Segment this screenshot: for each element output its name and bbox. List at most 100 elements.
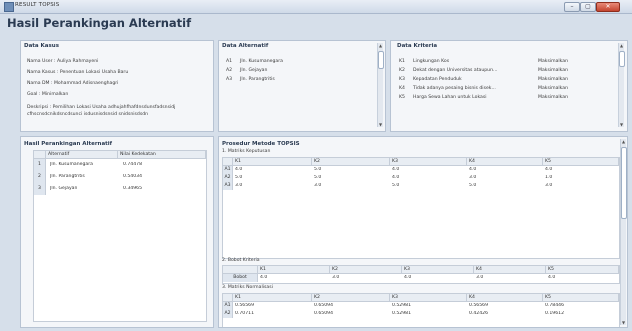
matrix-cell[interactable]: 5.0 [469,183,476,188]
matriks-keputusan-table[interactable]: K1 K2 K3 K4 K5 A1 4.0 5.0 4.0 4.0 4.0 A2… [222,157,620,259]
matrix-cell[interactable]: 5.0 [392,183,399,188]
matrix-cell[interactable]: 5.0 [314,167,321,172]
kriteria-type: Maksimalkan [538,95,568,100]
matrix-cell[interactable]: 5.0 [314,175,321,180]
table-header[interactable]: K1 [258,266,330,274]
matrix-cell[interactable]: 0.56569 [469,303,488,308]
rank-alternatif[interactable]: Jln. Kusumanegara [50,162,93,167]
rank-value[interactable]: 0.54034 [123,174,142,179]
minimize-button[interactable]: – [564,2,580,12]
data-alternatif-title: Data Alternatif [222,43,269,49]
rank-value[interactable]: 0.74478 [123,162,142,167]
row-label: A2 [223,310,233,318]
row-label: A1 [223,302,233,310]
matrix-cell[interactable]: 0.65094 [314,311,333,316]
matrix-cell[interactable]: 0.52981 [392,311,411,316]
matrix-cell[interactable]: 3.0 [314,183,321,188]
row-label: A1 [223,166,233,174]
data-kriteria-panel: Data Kriteria K1 Lingkungan Kos Maksimal… [390,40,628,132]
matrix-cell[interactable]: 4.0 [260,275,267,280]
scroll-thumb[interactable] [378,51,384,69]
kriteria-type: Maksimalkan [538,68,568,73]
matrix-cell[interactable]: 3.0 [332,275,339,280]
table-header[interactable] [223,266,258,274]
table-header[interactable] [223,294,233,302]
alternatif-name: Jln. Kusumanegara [240,59,283,64]
scroll-down-icon[interactable]: ▼ [378,122,383,127]
close-button[interactable]: ✕ [596,2,620,12]
matrix-cell[interactable]: 3.0 [545,183,552,188]
kriteria-type: Maksimalkan [538,59,568,64]
table-header[interactable] [223,158,233,166]
scroll-up-icon[interactable]: ▲ [619,43,624,48]
table-header[interactable]: K2 [312,294,390,302]
deskripsi-text: Deskripsi : Pemilihan Lokasi Usaha adhuj… [27,105,176,110]
alternatif-name: Jln. Gejayan [240,68,268,73]
table-header[interactable]: K2 [312,158,390,166]
maximize-button[interactable]: ▢ [580,2,596,12]
matriks-normalisasi-table[interactable]: K1 K2 K3 K4 K5 A1 0.56569 0.65094 0.5298… [222,293,620,327]
nama-dm-text: Nama DM : Mohammad Adisnaenghagri [27,81,119,86]
prosedur-panel: Prosedur Metode TOPSIS 1. Matriks Keputu… [218,136,628,328]
table-header[interactable]: Nilai Kedekatan [118,151,206,159]
table-header[interactable]: K4 [467,294,543,302]
matrix-cell[interactable]: 4.0 [392,175,399,180]
table-header[interactable]: K5 [546,266,619,274]
scroll-thumb[interactable] [619,51,625,67]
scroll-up-icon[interactable]: ▲ [621,139,626,144]
scroll-down-icon[interactable]: ▼ [621,320,626,325]
scroll-down-icon[interactable]: ▼ [619,122,624,127]
alternatif-code: A2 [226,68,233,73]
table-header[interactable]: K4 [467,158,543,166]
matrix-cell[interactable]: 4.0 [469,167,476,172]
kriteria-code: K1 [399,59,405,64]
matrix-cell[interactable]: 0.52981 [392,303,411,308]
rank-alternatif[interactable]: Jln. Parangtritis [50,174,85,179]
table-header[interactable]: K5 [543,294,619,302]
kriteria-code: K3 [399,77,405,82]
kriteria-name: Tidak adanya pesaing bisnis disek... [413,86,496,91]
scroll-thumb[interactable] [621,147,627,219]
table-header[interactable]: K2 [330,266,402,274]
matrix-cell[interactable]: 4.0 [392,167,399,172]
prosedur-scrollbar[interactable]: ▲ ▼ [620,139,627,325]
matrix-cell[interactable]: 5.0 [235,175,242,180]
kriteria-type: Maksimalkan [538,77,568,82]
matrix-cell[interactable]: 0.56569 [235,303,254,308]
matrix-cell[interactable]: 4.0 [545,167,552,172]
ranking-table[interactable]: Alternatif Nilai Kedekatan 1 Jln. Kusuma… [33,150,207,322]
matrix-cell[interactable]: 0.70711 [235,311,254,316]
table-header[interactable]: K1 [233,158,312,166]
matrix-cell[interactable]: 3.0 [469,175,476,180]
table-header[interactable] [34,151,46,159]
matrix-cell[interactable]: 4.0 [548,275,555,280]
matrix-cell[interactable]: 0.78446 [545,303,564,308]
app-icon [4,2,14,12]
table-header[interactable]: K5 [543,158,619,166]
matrix-cell[interactable]: 3.0 [235,183,242,188]
matrix-cell[interactable]: 0.65094 [314,303,333,308]
bobot-kriteria-table[interactable]: K1 K2 K3 K4 K5 Bobot 4.0 3.0 4.0 3.0 4.0 [222,265,620,284]
rank-alternatif[interactable]: Jln. Gejayan [50,186,77,191]
row-label: A2 [223,174,233,182]
matrix-cell[interactable]: 1.0 [545,175,552,180]
kriteria-scrollbar[interactable]: ▲ ▼ [618,43,625,127]
matrix-cell[interactable]: 0.19612 [545,311,564,316]
scroll-up-icon[interactable]: ▲ [378,43,383,48]
rank-value[interactable]: 0.34965 [123,186,142,191]
kriteria-name: Lingkungan Kos [413,59,450,64]
window-titlebar: RESULT TOPSIS – ▢ ✕ [0,0,632,14]
table-header[interactable]: K3 [390,294,467,302]
alternatif-scrollbar[interactable]: ▲ ▼ [377,43,384,127]
table-header[interactable]: K3 [390,158,467,166]
matrix-cell[interactable]: 4.0 [404,275,411,280]
table-header[interactable]: Alternatif [46,151,118,159]
table-header[interactable]: K3 [402,266,474,274]
matrix-cell[interactable]: 3.0 [476,275,483,280]
matrix-cell[interactable]: 4.0 [235,167,242,172]
table-header[interactable]: K1 [233,294,312,302]
prosedur-title: Prosedur Metode TOPSIS [222,141,300,147]
matrix-cell[interactable]: 0.42426 [469,311,488,316]
table-header[interactable]: K4 [474,266,546,274]
row-label: Bobot [223,274,258,282]
